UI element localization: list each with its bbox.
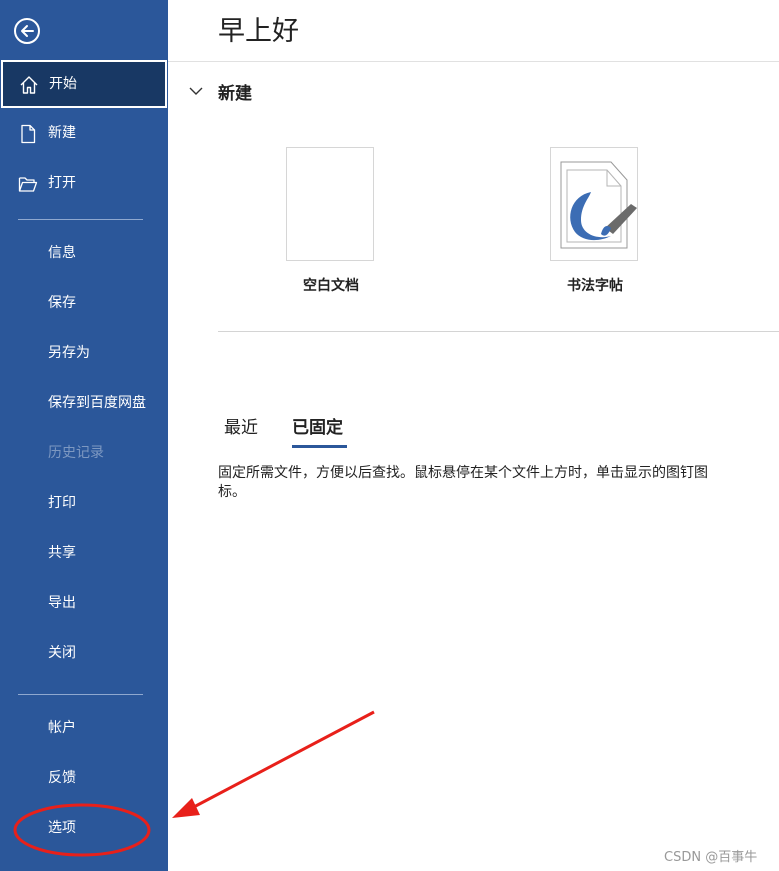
sidebar-item-label: 另存为	[48, 345, 90, 361]
sidebar-item-export[interactable]: 导出	[0, 580, 168, 626]
calligraphy-template[interactable]	[550, 147, 638, 261]
backstage-sidebar: 开始 新建 打开 信息 保存 另存为 保存到百度网盘 历史记录 打印 共享 导出…	[0, 0, 168, 871]
active-tab-indicator	[292, 445, 347, 448]
pinned-hint-text: 固定所需文件，方便以后查找。鼠标悬停在某个文件上方时，单击显示的图钉图标。	[218, 465, 708, 500]
tab-pinned[interactable]: 已固定	[292, 417, 343, 439]
sidebar-item-info[interactable]: 信息	[0, 230, 168, 276]
sidebar-item-feedback[interactable]: 反馈	[0, 755, 168, 801]
sidebar-item-label: 开始	[49, 76, 77, 92]
sidebar-item-save-to-baidu[interactable]: 保存到百度网盘	[0, 380, 168, 426]
sidebar-item-label: 打印	[48, 495, 76, 511]
calligraphy-brush-icon	[560, 161, 637, 249]
sidebar-item-label: 保存到百度网盘	[48, 395, 146, 411]
sidebar-item-label: 关闭	[48, 645, 76, 661]
template-label[interactable]: 书法字帖	[515, 277, 675, 295]
sidebar-item-label: 打开	[48, 175, 76, 191]
sidebar-item-history: 历史记录	[0, 430, 168, 476]
title-divider	[168, 61, 779, 62]
blank-document-template[interactable]	[286, 147, 374, 261]
new-document-icon	[18, 124, 38, 144]
sidebar-divider	[18, 219, 143, 220]
sidebar-item-save-as[interactable]: 另存为	[0, 330, 168, 376]
annotation-arrow-shaft	[189, 710, 375, 811]
sidebar-divider	[18, 694, 143, 695]
chevron-down-icon[interactable]	[189, 86, 203, 96]
home-icon	[19, 75, 39, 95]
sidebar-item-label: 导出	[48, 595, 76, 611]
sidebar-item-close[interactable]: 关闭	[0, 630, 168, 676]
sidebar-item-label: 共享	[48, 545, 76, 561]
sidebar-item-label: 历史记录	[48, 445, 104, 461]
sidebar-item-label: 选项	[48, 820, 76, 836]
tab-recent[interactable]: 最近	[224, 417, 258, 439]
sidebar-item-label: 信息	[48, 245, 76, 261]
sidebar-item-account[interactable]: 帐户	[0, 705, 168, 751]
open-folder-icon	[18, 174, 38, 194]
template-label[interactable]: 空白文档	[251, 277, 411, 295]
sidebar-item-label: 保存	[48, 295, 76, 311]
sidebar-item-label: 帐户	[48, 720, 76, 736]
sidebar-item-share[interactable]: 共享	[0, 530, 168, 576]
back-arrow-icon[interactable]	[14, 18, 40, 44]
sidebar-item-print[interactable]: 打印	[0, 480, 168, 526]
sidebar-item-label: 新建	[48, 125, 76, 141]
annotation-arrow-head	[172, 798, 200, 818]
watermark: CSDN @百事牛	[664, 850, 758, 865]
section-divider	[218, 331, 779, 332]
sidebar-item-open[interactable]: 打开	[0, 160, 168, 206]
sidebar-item-label: 反馈	[48, 770, 76, 786]
sidebar-item-home[interactable]: 开始	[1, 60, 167, 108]
page-title: 早上好	[218, 16, 299, 47]
sidebar-item-new[interactable]: 新建	[0, 110, 168, 156]
sidebar-item-options[interactable]: 选项	[0, 805, 168, 851]
sidebar-item-save[interactable]: 保存	[0, 280, 168, 326]
new-section-title: 新建	[218, 84, 252, 104]
